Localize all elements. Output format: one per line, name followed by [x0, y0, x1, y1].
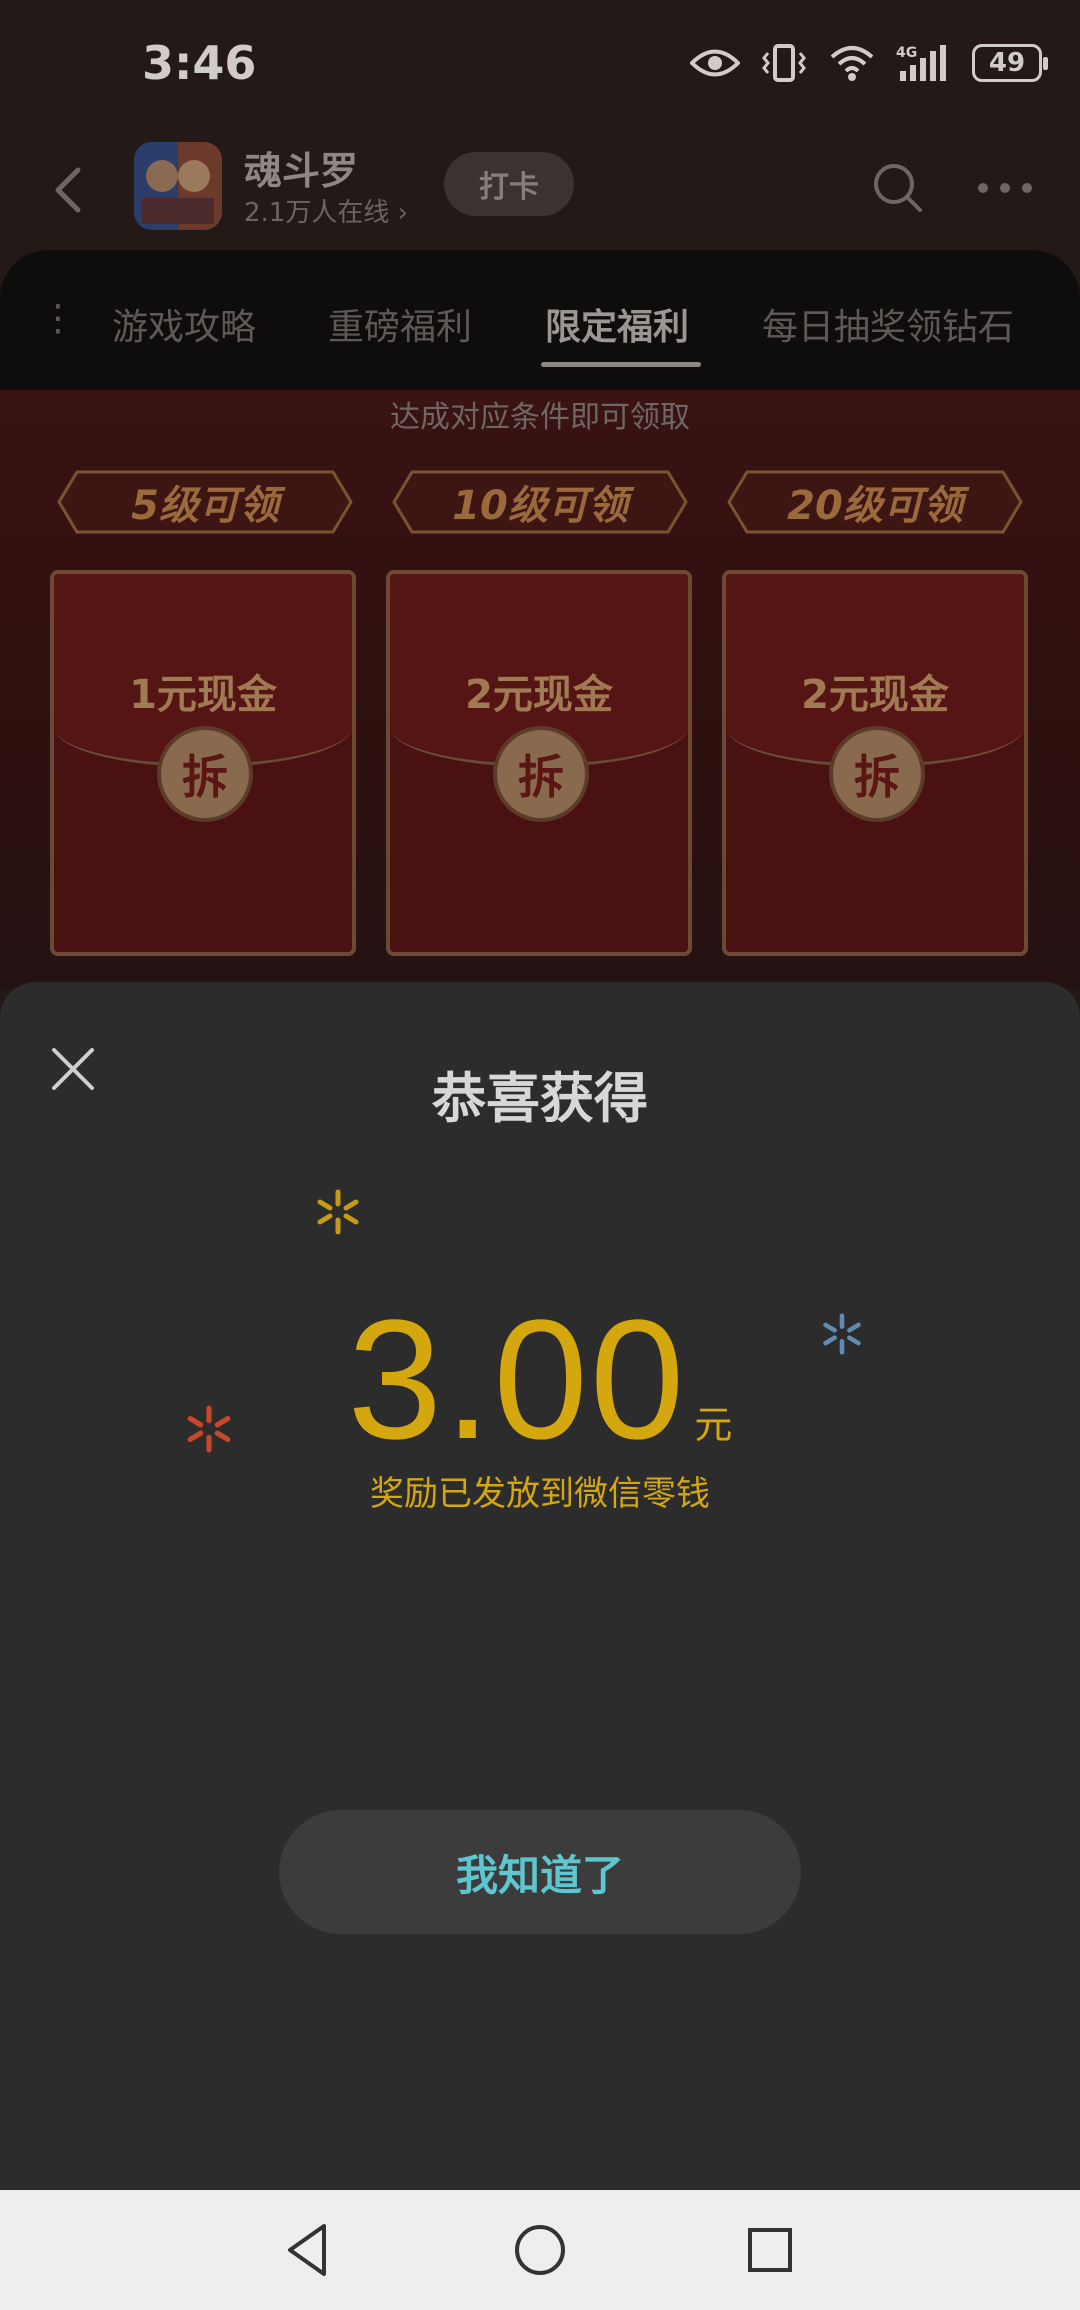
battery-icon: 49 [972, 44, 1048, 82]
status-time: 3:46 [142, 36, 257, 90]
red-envelope[interactable]: 2元现金 拆 [722, 570, 1028, 956]
level-tag: 20级可领 [725, 468, 1025, 536]
reward-modal: 恭喜获得 3.00 元 奖励已发放到微信零钱 我知道了 [0, 982, 1080, 2190]
level-tag-label: 5级可领 [131, 483, 279, 529]
envelope-title: 1元现金 [129, 672, 277, 718]
eye-icon [690, 49, 740, 77]
level-tag-label: 10级可领 [452, 483, 628, 529]
confirm-button[interactable]: 我知道了 [279, 1810, 801, 1934]
modal-title: 恭喜获得 [432, 1067, 648, 1130]
open-envelope-button[interactable]: 拆 [829, 726, 925, 822]
reward-amount: 3.00 元 [0, 1282, 1080, 1478]
signal-4g-icon: 4G [896, 45, 946, 81]
level-tag-label: 20级可领 [787, 483, 963, 529]
promo-area: 达成对应条件即可领取 5级可领 10级可领 20级可领 1元现金 拆 2元现金 … [0, 390, 1080, 990]
search-icon[interactable] [868, 158, 928, 218]
reward-note: 奖励已发放到微信零钱 [370, 1474, 710, 1514]
tab-game-guide[interactable]: 游戏攻略 [112, 298, 256, 350]
tab-bar: ⋮ 游戏攻略 重磅福利 限定福利 每日抽奖领钻石 [0, 250, 1080, 390]
red-envelope[interactable]: 1元现金 拆 [50, 570, 356, 956]
tab-indicator [541, 362, 701, 367]
nav-recents-icon[interactable] [738, 2218, 802, 2282]
envelope-title: 2元现金 [465, 672, 613, 718]
tab-daily-draw[interactable]: 每日抽奖领钻石 [762, 298, 1014, 350]
nav-home-icon[interactable] [508, 2218, 572, 2282]
amount-unit: 元 [694, 1403, 733, 1447]
game-name: 魂斗罗 [244, 149, 359, 193]
promo-hint: 达成对应条件即可领取 [390, 400, 690, 435]
level-tag: 5级可领 [55, 468, 355, 536]
battery-level: 49 [988, 48, 1026, 78]
app-header: 魂斗罗 2.1万人在线 › 打卡 [0, 130, 1080, 250]
status-icons: 4G 49 [690, 38, 1048, 88]
online-count-text: 2.1万人在线 [244, 198, 390, 228]
online-count[interactable]: 2.1万人在线 › [244, 192, 408, 229]
tab-limited-benefits[interactable]: 限定福利 [545, 298, 689, 350]
checkin-button[interactable]: 打卡 [444, 152, 574, 216]
open-envelope-button[interactable]: 拆 [157, 726, 253, 822]
amount-value: 3.00 [347, 1285, 687, 1475]
vibrate-icon [762, 44, 806, 82]
tab-major-benefits[interactable]: 重磅福利 [328, 298, 472, 350]
open-envelope-button[interactable]: 拆 [493, 726, 589, 822]
svg-text:4G: 4G [896, 45, 917, 61]
tab-scroll-hint: ⋮ [40, 298, 76, 339]
envelope-title: 2元现金 [801, 672, 949, 718]
status-bar: 3:46 4G 49 [0, 0, 1080, 130]
sparkle-icon [317, 1189, 359, 1235]
level-tag: 10级可领 [390, 468, 690, 536]
chevron-right-icon: › [397, 198, 409, 228]
more-icon[interactable] [970, 158, 1040, 218]
wifi-icon [830, 46, 874, 81]
back-icon[interactable] [38, 158, 102, 222]
system-nav-bar [0, 2190, 1080, 2310]
red-envelope[interactable]: 2元现金 拆 [386, 570, 692, 956]
game-avatar[interactable] [134, 142, 222, 230]
nav-back-icon[interactable] [276, 2218, 340, 2282]
